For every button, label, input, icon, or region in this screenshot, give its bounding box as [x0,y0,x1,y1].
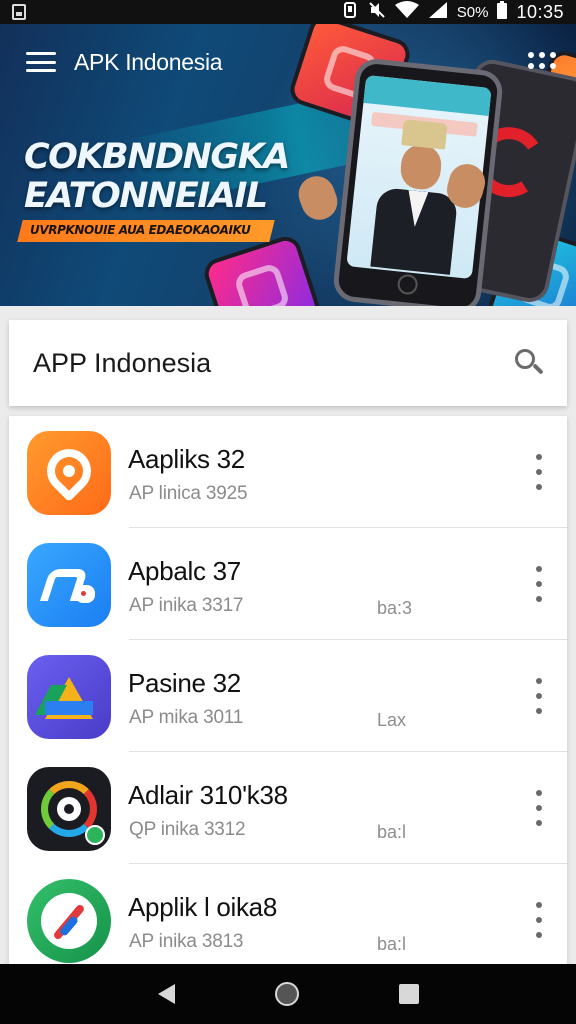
app-name: Pasine 32 [128,668,241,698]
app-meta: ba:l [377,822,407,842]
menu-icon[interactable] [26,52,56,72]
blue-app-icon [27,543,111,627]
compass-icon [27,879,111,963]
cell-signal-icon [428,1,448,24]
orange-chat-icon [27,431,111,515]
system-nav-bar [0,964,576,1024]
app-name: Adlair 310'k38 [128,780,288,810]
more-vert-icon[interactable] [535,790,543,826]
battery-icon [497,0,508,24]
list-item[interactable]: Applik l oika8 AP inika 3813 ba:l [9,864,567,976]
banner-headline: COKBNDNGKA EATONNEIAIL [24,137,290,216]
app-title: APK Indonesia [74,48,223,75]
list-item[interactable]: Aapliks 32 AP linica 3925 [9,416,567,528]
search-input[interactable]: APP Indonesia [33,348,211,379]
home-icon[interactable] [274,982,299,1006]
screen: S0% 10:35 COKBNDNGKA EATONNEIAIL UVRPKNO… [0,0,576,1024]
more-vert-icon[interactable] [535,454,543,490]
more-vert-icon[interactable] [535,566,543,602]
more-vert-icon[interactable] [535,678,543,714]
vibrate-icon [341,1,359,23]
battery-percent: S0% [456,3,489,21]
app-subtitle: AP mika 3011 [129,707,244,728]
notification-icon [12,4,26,20]
drive-icon [27,655,111,739]
overflow-menu-icon[interactable] [528,52,556,74]
wifi-icon [394,0,419,24]
app-list: Aapliks 32 AP linica 3925 Apbalc 37 AP i… [9,416,567,976]
clock: 10:35 [516,1,564,22]
more-vert-icon[interactable] [535,902,543,938]
list-item[interactable]: Pasine 32 AP mika 3011 Lax [9,640,567,752]
banner-ribbon-text: UVRPKNOUIE AUA EDAEOKAOAIKU [30,223,251,237]
back-icon[interactable] [157,984,175,1004]
list-item[interactable]: Adlair 310'k38 QP inika 3312 ba:l [9,752,567,864]
status-bar: S0% 10:35 [0,0,576,24]
recents-icon[interactable] [398,984,419,1004]
app-subtitle: AP inika 3813 [129,931,244,952]
search-icon[interactable] [513,347,545,379]
app-meta: ba:l [377,934,407,954]
app-subtitle: QP inika 3312 [129,819,246,840]
camera-ring-icon [27,767,111,851]
app-meta: ba:3 [377,598,413,618]
mute-icon [368,1,386,24]
app-name: Aapliks 32 [128,444,245,474]
app-subtitle: AP inika 3317 [129,595,244,616]
app-bar: APK Indonesia [0,24,576,100]
app-name: Applik l oika8 [128,892,277,922]
app-meta: Lax [377,710,407,730]
search-bar[interactable]: APP Indonesia [9,320,567,406]
app-name: Apbalc 37 [128,556,241,586]
list-item[interactable]: Apbalc 37 AP inika 3317 ba:3 [9,528,567,640]
app-subtitle: AP linica 3925 [129,483,248,504]
